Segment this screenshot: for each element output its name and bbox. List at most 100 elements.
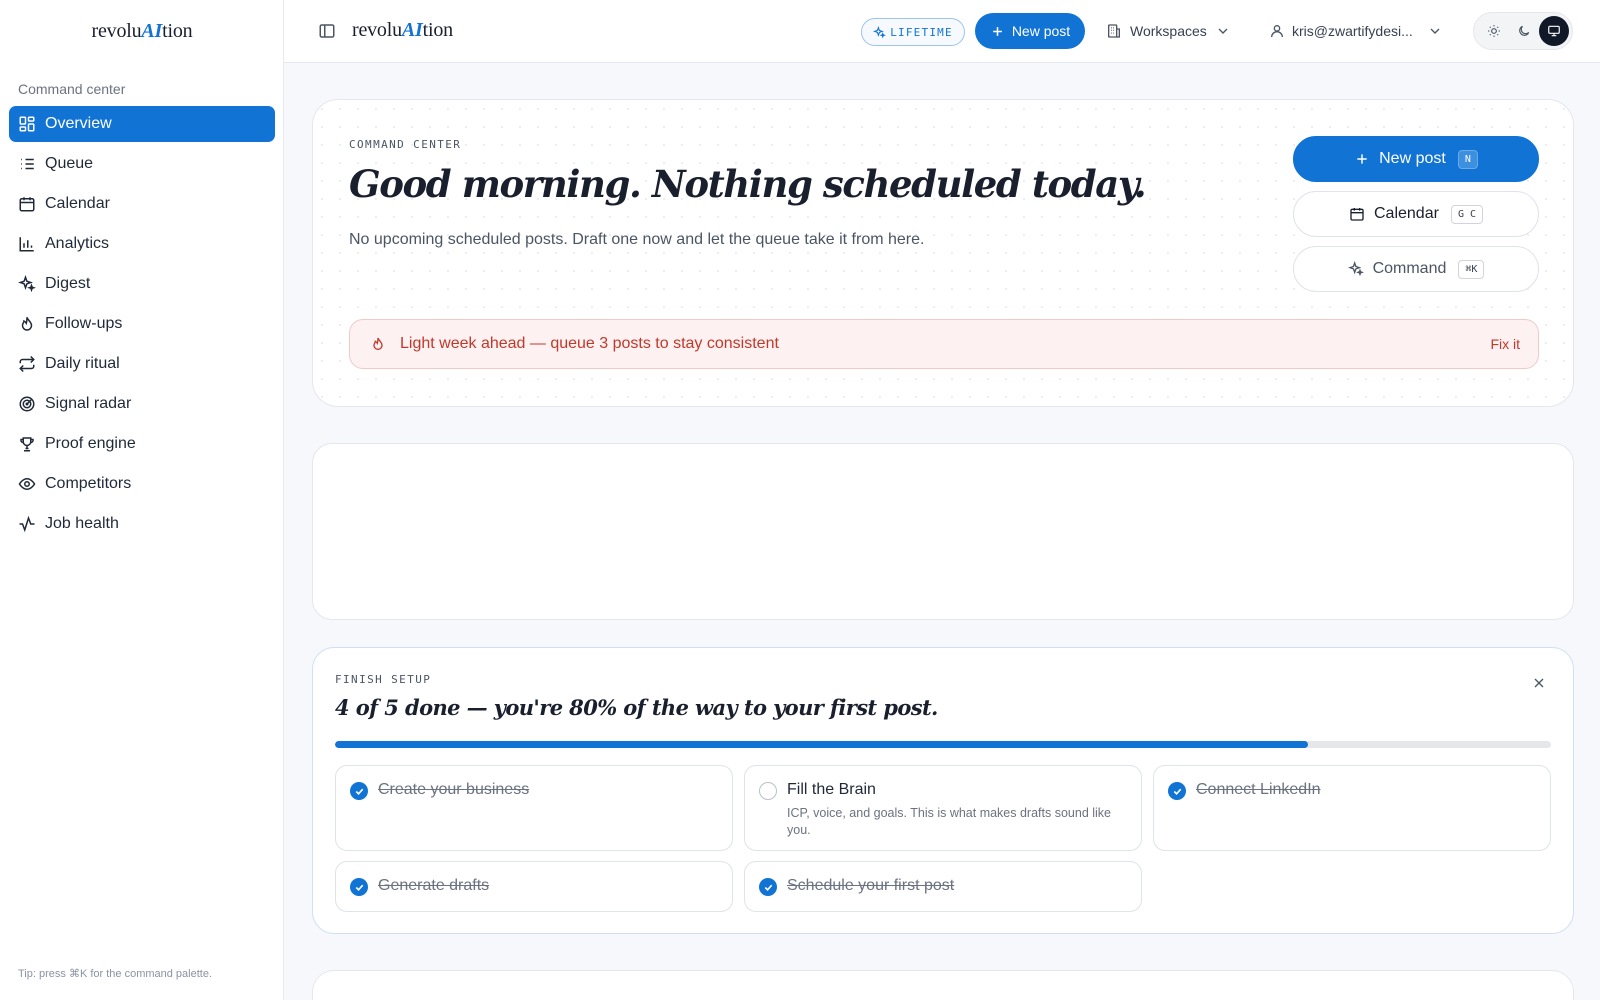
- page-title: Good morning. Nothing scheduled today.: [349, 162, 1147, 206]
- account-menu[interactable]: kris@zwartifydesi...: [1269, 20, 1443, 42]
- calendar-icon: [1350, 208, 1364, 221]
- sidebar-item-digest[interactable]: Digest: [9, 266, 275, 302]
- grid-icon: [19, 116, 35, 132]
- eye-icon: [18, 477, 36, 491]
- plus-icon: [992, 26, 1002, 36]
- sidebar-item-label: Digest: [45, 275, 91, 292]
- activity-icon: [19, 515, 35, 533]
- calendar-icon: [19, 197, 35, 212]
- close-icon[interactable]: [1531, 675, 1547, 691]
- sidebar-item-follow-ups[interactable]: Follow-ups: [9, 306, 275, 342]
- sidebar-section-label: Command center: [18, 81, 126, 97]
- task-title: Fill the Brain: [787, 781, 876, 798]
- sidebar-toggle-icon[interactable]: [318, 22, 336, 40]
- task-connect-linkedin[interactable]: Connect LinkedIn: [1153, 765, 1551, 851]
- check-icon: [350, 782, 368, 800]
- hero-command-button[interactable]: Command ⌘K: [1293, 246, 1539, 292]
- theme-light-button[interactable]: [1479, 16, 1509, 46]
- chevron-down-icon: [1218, 28, 1228, 34]
- sidebar-item-competitors[interactable]: Competitors: [9, 466, 275, 502]
- plan-badge[interactable]: LIFETIME: [861, 18, 965, 46]
- setup-eyebrow: FINISH SETUP: [335, 673, 432, 686]
- empty-circle-icon: [759, 782, 777, 800]
- hero-calendar-label: Calendar: [1374, 205, 1439, 222]
- setup-progress-fill: [335, 741, 1308, 748]
- theme-dark-button[interactable]: [1509, 16, 1539, 46]
- repeat-icon: [19, 355, 35, 373]
- sidebar-item-label: Proof engine: [45, 435, 136, 452]
- task-generate-drafts[interactable]: Generate drafts: [335, 861, 733, 912]
- topbar-logo[interactable]: revoluAItion: [352, 19, 453, 42]
- setup-title: 4 of 5 done — you're 80% of the way to y…: [335, 695, 938, 720]
- setup-task-grid: Create your business Fill the Brain ICP,…: [335, 765, 1551, 912]
- task-description: ICP, voice, and goals. This is what make…: [787, 806, 1112, 837]
- sidebar-item-label: Competitors: [45, 475, 132, 492]
- sidebar-item-queue[interactable]: Queue: [9, 146, 275, 182]
- building-icon: [1108, 24, 1120, 38]
- sidebar-item-label: Queue: [45, 155, 94, 172]
- theme-switcher: [1473, 12, 1573, 50]
- sidebar-item-label: Analytics: [45, 235, 110, 252]
- account-email: kris@zwartifydesi...: [1292, 23, 1413, 39]
- command-center-card: COMMAND CENTER Good morning. Nothing sch…: [312, 99, 1574, 407]
- sidebar-item-label: Daily ritual: [45, 355, 120, 372]
- hero-subtitle: No upcoming scheduled posts. Draft one n…: [349, 231, 925, 248]
- shortcut-badge: ⌘K: [1458, 259, 1485, 279]
- list-icon: [21, 158, 34, 170]
- chevron-down-icon: [1430, 28, 1440, 34]
- task-title: Generate drafts: [378, 877, 490, 894]
- hero-eyebrow: COMMAND CENTER: [349, 138, 462, 151]
- moon-icon: [1519, 25, 1530, 36]
- setup-progress-bar: [335, 741, 1551, 748]
- task-title: Create your business: [378, 781, 530, 798]
- flame-icon: [373, 337, 383, 350]
- sidebar-item-signal-radar[interactable]: Signal radar: [9, 386, 275, 422]
- hero-new-post-button[interactable]: New post N: [1293, 136, 1539, 182]
- shortcut-badge: N: [1457, 149, 1478, 169]
- sidebar-item-daily-ritual[interactable]: Daily ritual: [9, 346, 275, 382]
- sidebar-item-label: Follow-ups: [45, 315, 123, 332]
- trophy-icon: [20, 437, 34, 452]
- theme-system-button[interactable]: [1539, 16, 1569, 46]
- check-icon: [759, 878, 777, 896]
- sparkles-icon: [18, 275, 36, 293]
- sidebar-item-proof-engine[interactable]: Proof engine: [9, 426, 275, 462]
- workspaces-dropdown[interactable]: Workspaces: [1106, 20, 1231, 42]
- fix-it-link[interactable]: Fix it: [1490, 336, 1520, 352]
- next-card: [312, 970, 1574, 1000]
- bar-chart-icon: [19, 237, 34, 252]
- sun-icon: [1488, 25, 1500, 37]
- command-palette-tip: Tip: press ⌘K for the command palette.: [18, 968, 213, 980]
- hero-new-post-label: New post: [1379, 150, 1446, 167]
- new-post-button[interactable]: New post: [975, 13, 1085, 49]
- sidebar: revoluAItion Command center Overview Que…: [0, 0, 284, 1000]
- flame-icon: [21, 316, 33, 331]
- finish-setup-card: FINISH SETUP 4 of 5 done — you're 80% of…: [312, 647, 1574, 934]
- sidebar-item-label: Signal radar: [45, 395, 132, 412]
- sparkles-icon: [1347, 261, 1364, 277]
- sidebar-nav: Overview Queue Calendar Analytics Digest…: [9, 106, 275, 546]
- hero-calendar-button[interactable]: Calendar G C: [1293, 191, 1539, 237]
- sidebar-item-calendar[interactable]: Calendar: [9, 186, 275, 222]
- task-title: Connect LinkedIn: [1196, 781, 1321, 798]
- task-fill-brain[interactable]: Fill the Brain ICP, voice, and goals. Th…: [744, 765, 1142, 851]
- hero-actions: New post N Calendar G C Command ⌘K: [1293, 136, 1539, 301]
- sidebar-item-label: Calendar: [45, 195, 110, 212]
- task-schedule-first-post[interactable]: Schedule your first post: [744, 861, 1142, 912]
- monitor-icon: [1548, 25, 1560, 37]
- light-week-alert: Light week ahead — queue 3 posts to stay…: [349, 319, 1539, 369]
- sidebar-item-analytics[interactable]: Analytics: [9, 226, 275, 262]
- new-post-label: New post: [1011, 23, 1071, 39]
- sidebar-item-overview[interactable]: Overview: [9, 106, 275, 142]
- hero-command-label: Command: [1372, 260, 1447, 277]
- task-title: Schedule your first post: [787, 877, 955, 894]
- workspaces-label: Workspaces: [1130, 23, 1207, 39]
- check-icon: [1168, 782, 1186, 800]
- sidebar-logo[interactable]: revoluAItion: [0, 20, 284, 43]
- sidebar-item-label: Overview: [45, 115, 112, 132]
- sidebar-item-job-health[interactable]: Job health: [9, 506, 275, 542]
- task-create-business[interactable]: Create your business: [335, 765, 733, 851]
- radar-icon: [19, 396, 35, 412]
- sidebar-item-label: Job health: [45, 515, 119, 532]
- check-icon: [350, 878, 368, 896]
